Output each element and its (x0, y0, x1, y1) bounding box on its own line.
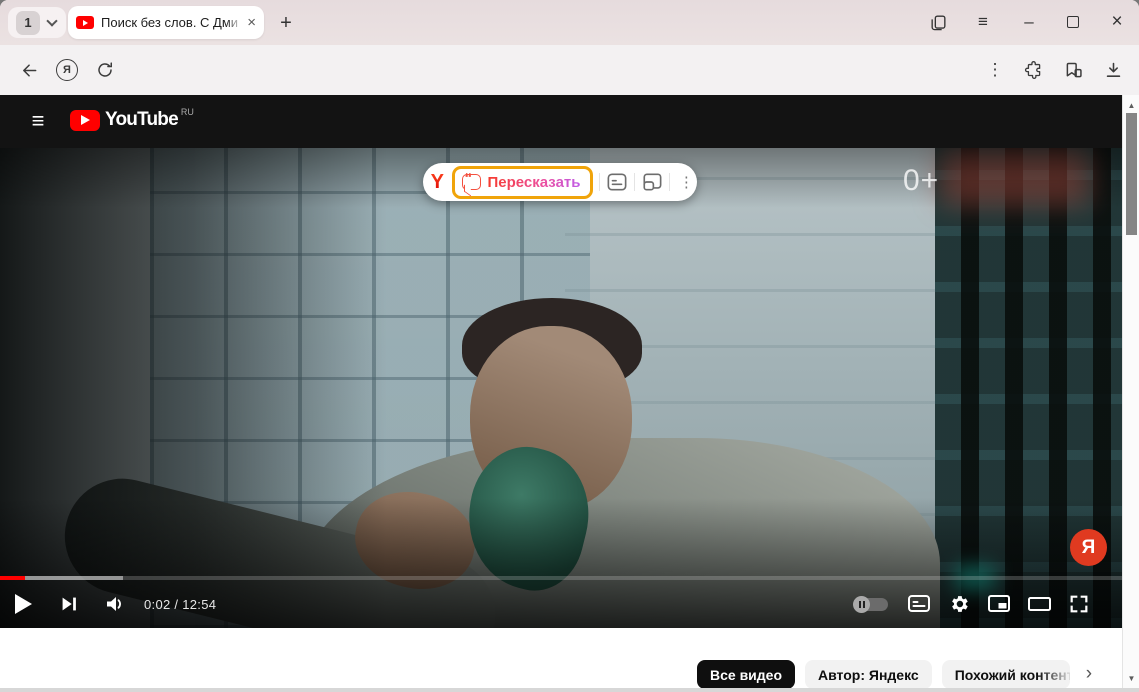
back-icon[interactable] (14, 55, 44, 85)
yandex-services-button[interactable]: Я (52, 55, 82, 85)
youtube-favicon (76, 16, 94, 29)
scroll-up-icon[interactable]: ▲ (1123, 97, 1139, 113)
miniplayer-icon[interactable] (986, 591, 1012, 617)
autoplay-knob (853, 596, 870, 613)
captions-icon[interactable] (906, 591, 932, 617)
browser-window: 1 Поиск без слов. С Дми × + ≡ – × Я (0, 0, 1139, 692)
retell-button-highlighted[interactable]: “ Пересказать (452, 166, 594, 199)
play-button[interactable] (0, 584, 46, 624)
youtube-logo-text: YouTube (105, 109, 178, 131)
time-display: 0:02 / 12:54 (144, 597, 216, 612)
page-scrollbar[interactable]: ▲ ▼ (1122, 95, 1139, 688)
collections-icon[interactable] (1058, 55, 1088, 85)
tab-bar: 1 Поиск без слов. С Дми × + ≡ – × (0, 0, 1139, 45)
tab-title: Поиск без слов. С Дми (101, 15, 243, 30)
chevron-down-icon (46, 15, 57, 26)
tab-close-icon[interactable]: × (247, 14, 256, 31)
below-video-area: Все видео Автор: Яндекс Похожий контент … (0, 628, 1139, 688)
settings-gear-icon[interactable] (946, 591, 972, 617)
scrollbar-thumb[interactable] (1126, 113, 1137, 235)
new-tab-button[interactable]: + (271, 8, 301, 38)
yandex-y-logo[interactable]: Y (423, 171, 452, 194)
tab-group-button[interactable]: 1 (8, 7, 66, 38)
extensions-puzzle-icon[interactable] (1018, 55, 1048, 85)
close-window-button[interactable]: × (1100, 6, 1134, 38)
youtube-logo[interactable]: YouTube RU (70, 109, 194, 131)
chips-scroll-next-icon[interactable]: › (1086, 663, 1092, 685)
yandex-video-toolbar: Y “ Пересказать ⋮ (423, 163, 697, 201)
video-player[interactable]: 0+ Y “ Пересказать ⋮ (0, 148, 1122, 628)
active-tab[interactable]: Поиск без слов. С Дми × (68, 6, 264, 39)
fullscreen-icon[interactable] (1066, 591, 1092, 617)
downloads-icon[interactable] (1098, 55, 1128, 85)
volume-icon[interactable] (92, 584, 138, 624)
separate-window-icon[interactable] (641, 172, 663, 192)
yandex-assistant-badge[interactable]: Я (1070, 529, 1107, 566)
window-bottom-edge (0, 688, 1139, 692)
browser-menu-icon[interactable]: ≡ (966, 6, 1000, 38)
subtitles-icon[interactable] (606, 172, 628, 192)
youtube-menu-icon[interactable]: ≡ (26, 108, 50, 134)
reload-icon[interactable] (90, 55, 120, 85)
youtube-region-badge: RU (181, 107, 194, 117)
youtube-header: ≡ YouTube RU (0, 95, 1139, 148)
toolbar-kebab-icon[interactable]: ⋮ (676, 173, 697, 191)
retell-label: Пересказать (488, 174, 581, 191)
autoplay-toggle[interactable] (854, 598, 888, 611)
quote-bubble-icon: “ (462, 174, 481, 190)
address-kebab-icon[interactable]: ⋮ (980, 55, 1010, 85)
chip-author[interactable]: Автор: Яндекс (805, 660, 932, 689)
player-controls-right (854, 580, 1092, 628)
theater-mode-icon[interactable] (1026, 591, 1052, 617)
youtube-play-icon (70, 110, 100, 131)
address-bar: Я www.youtube.com Поиск без слов. С Дмит… (0, 45, 1139, 95)
yandex-letter: Я (56, 59, 78, 81)
filter-chips: Все видео Автор: Яндекс Похожий контент … (697, 660, 1092, 689)
maximize-button[interactable] (1056, 6, 1090, 38)
chip-all-videos[interactable]: Все видео (697, 660, 795, 689)
next-button[interactable] (46, 584, 92, 624)
tab-count-badge: 1 (16, 11, 40, 35)
chip-similar[interactable]: Похожий контент (942, 660, 1070, 689)
minimize-button[interactable]: – (1012, 6, 1046, 38)
scroll-down-icon[interactable]: ▼ (1123, 670, 1139, 686)
side-panel-icon[interactable] (921, 6, 955, 38)
age-rating-label: 0+ (903, 164, 939, 198)
